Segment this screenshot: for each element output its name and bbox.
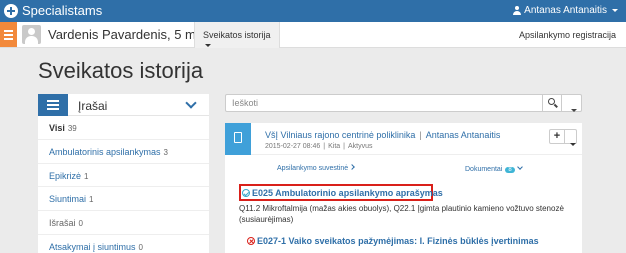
user-icon — [513, 6, 522, 15]
caret-down-icon — [612, 9, 618, 12]
chevron-down-icon — [516, 164, 523, 170]
count-badge: 39 — [67, 124, 77, 133]
sidebar-item-outpatient-visit[interactable]: Ambulatorinis apsilankymas 3 — [38, 140, 209, 164]
sidebar-item-referral-responses[interactable]: Atsakymai į siuntimus 0 — [38, 235, 209, 253]
record-links: Apsilankymo suvestinė Dokumentai 8 — [225, 161, 582, 175]
record-type: Kita — [328, 143, 341, 150]
top-navbar: Specialistams Antanas Antanaitis — [0, 0, 626, 22]
patient-bar: Vardenis Pavardenis, 5 m.✱ Sveikatos ist… — [0, 22, 626, 48]
tab-health-history[interactable]: Sveikatos istorija — [194, 22, 280, 48]
user-name: Antanas Antanaitis — [524, 5, 607, 16]
entry-title: E027-1 Vaiko sveikatos pažymėjimas: I. F… — [257, 236, 539, 246]
search-options-dropdown[interactable] — [562, 94, 582, 113]
record-date: 2015-02-27 08:46 — [265, 143, 321, 150]
record-entry-e025[interactable]: E025 Ambulatorinio apsilankymo aprašymas — [239, 184, 443, 201]
check-circle-icon — [242, 189, 250, 197]
count-badge: 0 — [138, 242, 143, 252]
menu-button[interactable] — [0, 22, 17, 47]
records-sidebar: Įrašai Visi 39 Ambulatorinis apsilankymas… — [38, 94, 209, 253]
chevron-down-icon[interactable] — [185, 97, 197, 109]
caret-down-icon — [571, 109, 577, 113]
visit-summary-link[interactable]: Apsilankymo suvestinė — [277, 164, 356, 172]
doctor-link[interactable]: Antanas Antanaitis — [426, 130, 501, 140]
record-entry-e027-1[interactable]: E027-1 Vaiko sveikatos pažymėjimas: I. F… — [247, 236, 539, 246]
documents-toggle[interactable]: Dokumentai 8 — [465, 164, 523, 173]
caret-down-icon — [570, 143, 576, 147]
visit-registration-link[interactable]: Apsilankymo registracija — [519, 30, 616, 40]
record-meta: 2015-02-27 08:46 | Kita | Aktyvus — [265, 143, 373, 150]
medical-cross-icon — [4, 3, 18, 18]
sidebar-item-extracts[interactable]: Išrašai 0 — [38, 211, 209, 235]
add-dropdown[interactable] — [565, 129, 577, 147]
document-icon — [225, 123, 251, 155]
page-title: Sveikatos istorija — [38, 58, 204, 83]
sidebar-header[interactable]: Įrašai — [38, 94, 209, 116]
brand[interactable]: Specialistams — [4, 3, 102, 18]
user-menu[interactable]: Antanas Antanaitis — [513, 5, 618, 16]
record-status: Aktyvus — [348, 143, 373, 150]
entry-description: Q11.2 Mikroftalmija (mažas akies obuolys… — [239, 204, 564, 224]
count-badge: 1 — [84, 171, 89, 181]
sidebar-item-all[interactable]: Visi 39 — [38, 116, 209, 140]
count-badge: 0 — [78, 219, 83, 229]
record-card: VšĮ Vilniaus rajono centrinė poliklinika… — [225, 123, 582, 253]
sidebar-title: Įrašai — [78, 99, 108, 113]
search-input[interactable]: Ieškoti — [225, 94, 543, 112]
count-badge: 1 — [89, 195, 94, 205]
search-button[interactable] — [543, 94, 562, 112]
list-icon — [38, 94, 68, 116]
count-badge: 3 — [163, 147, 168, 157]
sidebar-item-referrals[interactable]: Siuntimai 1 — [38, 187, 209, 212]
add-button[interactable]: + — [549, 129, 565, 144]
chevron-right-icon — [349, 164, 356, 170]
sidebar-item-epicrisis[interactable]: Epikrizė 1 — [38, 164, 209, 188]
caret-down-icon — [205, 44, 211, 48]
patient-name: Vardenis Pavardenis, 5 m.✱ — [48, 27, 212, 43]
cancel-circle-icon — [247, 237, 255, 245]
hamburger-icon — [4, 30, 13, 32]
patient-avatar — [22, 25, 41, 44]
app-title: Specialistams — [22, 3, 103, 18]
record-title: VšĮ Vilniaus rajono centrinė poliklinika… — [265, 130, 501, 140]
documents-count-badge: 8 — [505, 167, 515, 173]
sidebar-list: Visi 39 Ambulatorinis apsilankymas 3 Epikr… — [38, 116, 209, 253]
entry-title: E025 Ambulatorinio apsilankymo aprašymas — [252, 188, 443, 198]
institution-link[interactable]: VšĮ Vilniaus rajono centrinė poliklinika — [265, 130, 415, 140]
record-card-header: VšĮ Vilniaus rajono centrinė poliklinika… — [225, 123, 582, 155]
